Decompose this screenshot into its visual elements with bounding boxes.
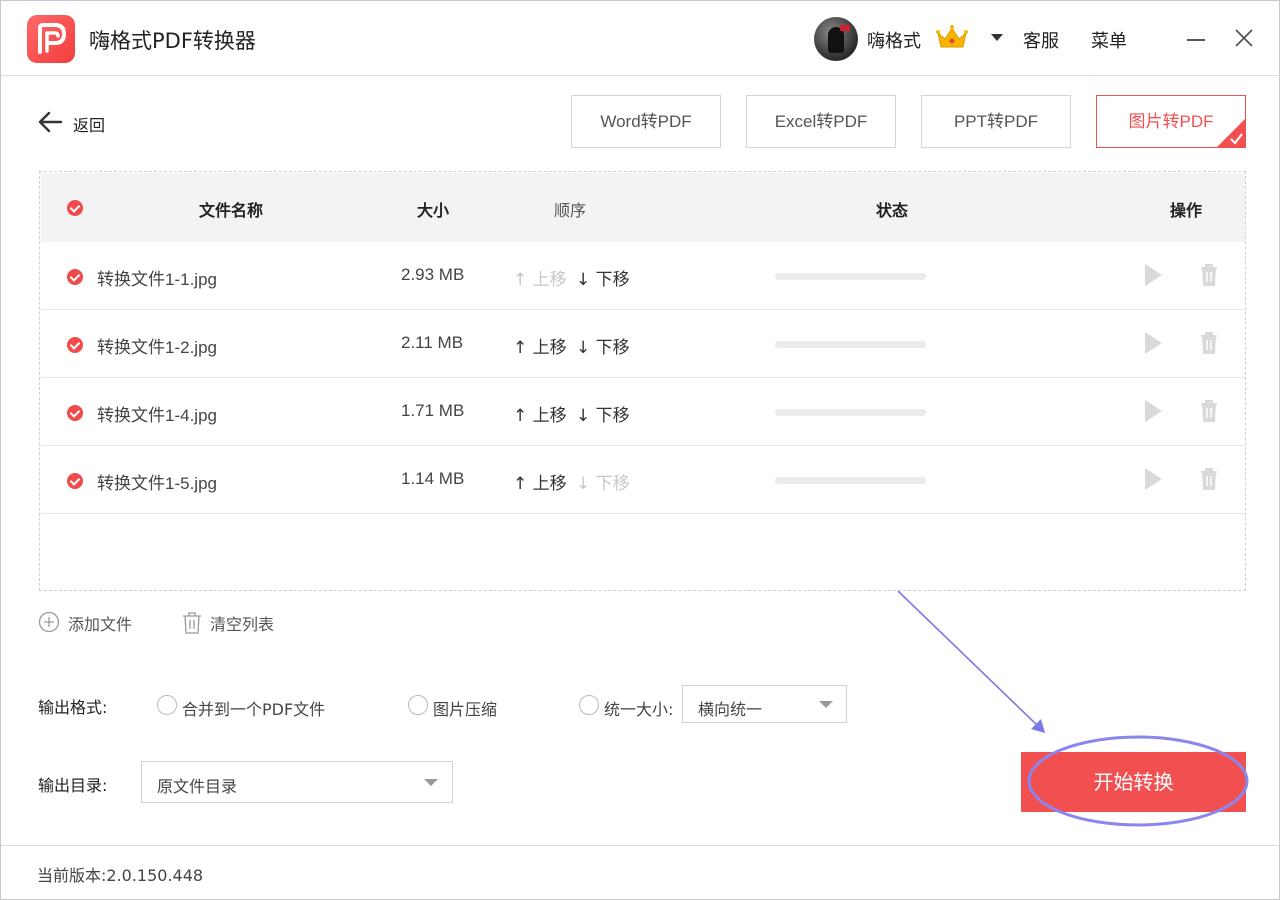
- table-header: 文件名称 大小 顺序 状态 操作: [41, 173, 1245, 242]
- play-icon[interactable]: [1145, 264, 1162, 286]
- unify-size-select[interactable]: 横向统一: [682, 685, 847, 723]
- select-all-check-icon[interactable]: [67, 200, 83, 216]
- table-row: 转换文件1-1.jpg 2.93 MB ↑ 上移 ↓ 下移: [41, 242, 1245, 310]
- move-down-button[interactable]: ↓ 下移: [576, 333, 630, 358]
- status-progress: [775, 409, 926, 416]
- tab-ppt-to-pdf[interactable]: PPT转PDF: [921, 95, 1071, 148]
- file-name: 转换文件1-2.jpg: [97, 338, 217, 357]
- radio-unify-size[interactable]: [579, 695, 599, 715]
- move-up-label: 上移: [532, 270, 567, 290]
- app-window: 嗨格式PDF转换器 嗨格式 客服 菜单 返回 Word转PDF Excel转PD…: [0, 0, 1280, 900]
- app-title: 嗨格式PDF转换器: [89, 29, 256, 53]
- username[interactable]: 嗨格式: [867, 27, 921, 53]
- footer: 当前版本:2.0.150.448: [1, 845, 1280, 900]
- radio-merge-pdf[interactable]: [157, 695, 177, 715]
- user-dropdown-icon[interactable]: [991, 34, 1003, 41]
- row-check-icon[interactable]: [67, 473, 83, 489]
- file-size: 2.93 MB: [401, 265, 465, 284]
- clear-list-button[interactable]: 清空列表: [210, 611, 274, 635]
- trash-icon[interactable]: [1200, 332, 1218, 354]
- tab-excel-to-pdf[interactable]: Excel转PDF: [746, 95, 896, 148]
- add-circle-icon[interactable]: [38, 611, 60, 633]
- header-name: 文件名称: [199, 201, 264, 220]
- file-size: 2.11 MB: [401, 333, 464, 352]
- app-logo-icon: [27, 15, 75, 63]
- version-text: 当前版本:2.0.150.448: [37, 866, 204, 885]
- start-convert-button[interactable]: 开始转换: [1021, 752, 1246, 812]
- table-row: 转换文件1-4.jpg 1.71 MB ↑ 上移 ↓ 下移: [41, 378, 1245, 446]
- move-down-label: 下移: [595, 406, 630, 426]
- move-up-label: 上移: [532, 406, 567, 426]
- header-size: 大小: [417, 201, 450, 220]
- move-up-button[interactable]: ↑ 上移: [513, 401, 567, 426]
- minimize-icon[interactable]: [1187, 39, 1205, 41]
- tab-image-to-pdf-label: 图片转PDF: [1128, 112, 1214, 131]
- play-icon[interactable]: [1145, 332, 1162, 354]
- selected-check-icon: [1216, 118, 1246, 148]
- row-check-icon[interactable]: [67, 269, 83, 285]
- crown-icon: [936, 25, 968, 48]
- move-up-label: 上移: [532, 338, 567, 358]
- radio-unify-size-label[interactable]: 统一大小:: [604, 696, 673, 720]
- output-dir-select[interactable]: 原文件目录: [141, 761, 453, 803]
- play-icon[interactable]: [1145, 468, 1162, 490]
- move-up-label: 上移: [532, 474, 567, 494]
- add-file-button[interactable]: 添加文件: [68, 611, 132, 635]
- chevron-down-icon: [424, 779, 438, 786]
- trash-icon[interactable]: [1200, 400, 1218, 422]
- back-arrow-icon[interactable]: [37, 109, 63, 135]
- output-dir-label: 输出目录:: [38, 776, 108, 795]
- radio-compress-label[interactable]: 图片压缩: [433, 696, 497, 720]
- header-actions: 操作: [1170, 201, 1203, 220]
- tab-word-to-pdf[interactable]: Word转PDF: [571, 95, 721, 148]
- back-button[interactable]: 返回: [73, 112, 105, 136]
- unify-size-value: 横向统一: [698, 700, 763, 719]
- move-up-button: ↑ 上移: [513, 270, 567, 290]
- trash-icon[interactable]: [1200, 468, 1218, 490]
- title-bar: 嗨格式PDF转换器 嗨格式 客服 菜单: [1, 1, 1280, 76]
- move-down-label: 下移: [595, 338, 630, 358]
- radio-compress[interactable]: [408, 695, 428, 715]
- avatar[interactable]: [814, 17, 858, 61]
- output-dir-value: 原文件目录: [157, 777, 238, 796]
- close-icon[interactable]: [1233, 27, 1255, 49]
- output-format-label: 输出格式:: [38, 698, 108, 717]
- radio-merge-pdf-label[interactable]: 合并到一个PDF文件: [182, 696, 325, 720]
- clear-trash-icon[interactable]: [181, 611, 203, 635]
- file-name: 转换文件1-4.jpg: [97, 406, 217, 425]
- status-progress: [775, 341, 926, 348]
- row-check-icon[interactable]: [67, 405, 83, 421]
- move-down-button[interactable]: ↓ 下移: [576, 401, 630, 426]
- file-table: 文件名称 大小 顺序 状态 操作 转换文件1-1.jpg 2.93 MB ↑ 上…: [39, 171, 1246, 591]
- move-down-label: 下移: [595, 474, 630, 494]
- file-size: 1.71 MB: [401, 401, 465, 420]
- menu-link[interactable]: 菜单: [1091, 27, 1127, 53]
- header-order: 顺序: [554, 201, 587, 220]
- status-progress: [775, 273, 926, 280]
- tab-image-to-pdf[interactable]: 图片转PDF: [1096, 95, 1246, 148]
- chevron-down-icon: [819, 701, 833, 708]
- status-progress: [775, 477, 926, 484]
- move-down-button[interactable]: ↓ 下移: [576, 265, 630, 290]
- move-up-button[interactable]: ↑ 上移: [513, 333, 567, 358]
- service-link[interactable]: 客服: [1023, 27, 1059, 53]
- file-name: 转换文件1-1.jpg: [97, 270, 217, 289]
- row-check-icon[interactable]: [67, 337, 83, 353]
- trash-icon[interactable]: [1200, 264, 1218, 286]
- annotation-arrow-line: [897, 590, 1040, 728]
- table-row: 转换文件1-2.jpg 2.11 MB ↑ 上移 ↓ 下移: [41, 310, 1245, 378]
- header-status: 状态: [876, 201, 909, 220]
- play-icon[interactable]: [1145, 400, 1162, 422]
- table-row: 转换文件1-5.jpg 1.14 MB ↑ 上移 ↓ 下移: [41, 446, 1245, 514]
- move-down-button: ↓ 下移: [576, 474, 630, 494]
- move-up-button[interactable]: ↑ 上移: [513, 469, 567, 494]
- file-name: 转换文件1-5.jpg: [97, 474, 217, 493]
- move-down-label: 下移: [595, 270, 630, 290]
- file-size: 1.14 MB: [401, 469, 465, 488]
- annotation-arrowhead: [1031, 719, 1045, 733]
